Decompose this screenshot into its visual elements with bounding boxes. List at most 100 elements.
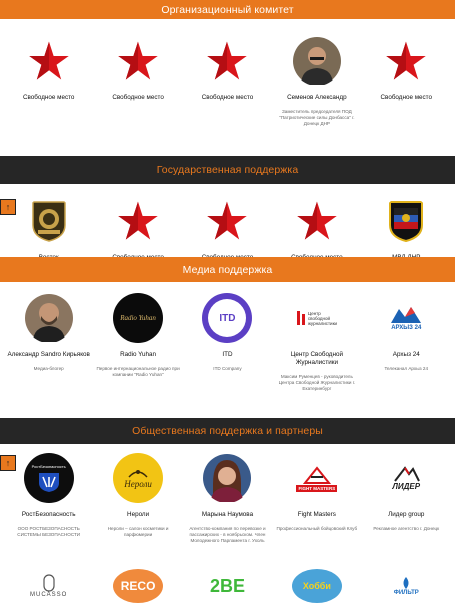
gov-card-5[interactable]: МВД ДНР xyxy=(364,196,449,262)
media-card-2[interactable]: Radio Yuhan Radio Yuhan Первое интернаци… xyxy=(96,293,181,392)
media-card-1[interactable]: Александр Sandro Кирьяков Медиа-блогер xyxy=(6,293,91,392)
partner-card-10[interactable]: ФИЛЬТР xyxy=(364,569,449,603)
rostbezopasnost-logo-text: РостБезопасность xyxy=(31,463,66,469)
org-card-3[interactable]: Свободное место xyxy=(185,36,270,127)
itd-logo-icon: ITD xyxy=(202,293,253,343)
red-star-icon xyxy=(113,196,163,246)
section-header-org: Организационный комитет xyxy=(0,0,455,19)
public-desc-3: Агентство-компания по перевозке и пассаж… xyxy=(189,526,266,543)
vostok-emblem-icon xyxy=(24,196,74,246)
media-name-1: Александр Sandro Кирьяков xyxy=(7,351,90,358)
radio-yuhan-logo-icon: Radio Yuhan xyxy=(113,293,164,343)
media-desc-3: ITD Company xyxy=(213,366,242,371)
org-card-4[interactable]: Семенов Александр Заместитель председате… xyxy=(274,36,359,127)
public-row: РостБезопасность РостБезопасность ООО РО… xyxy=(0,453,455,544)
section-title-org: Организационный комитет xyxy=(161,3,294,16)
public-name-3: Марына Наумова xyxy=(201,511,254,518)
org-row: Свободное место Свободное место Свободно… xyxy=(0,36,455,127)
media-desc-4: Максим Руменцев - руководитель Центра Св… xyxy=(278,374,356,391)
public-desc-2: Нероли – салон косметики и парфюмерии xyxy=(107,526,169,537)
filtr-logo-icon: ФИЛЬТР xyxy=(381,569,431,603)
public-card-5[interactable]: ЛИДЕР Лидер group Рекламное агентство г.… xyxy=(364,453,449,544)
media-card-4[interactable]: Центр свободной журналистики Центр Свобо… xyxy=(274,293,359,392)
media-name-3: ITD xyxy=(222,351,233,358)
org-card-1[interactable]: Свободное место xyxy=(6,36,91,127)
section-header-gov: Государственная поддержка xyxy=(0,156,455,184)
red-star-icon xyxy=(113,36,163,86)
red-star-icon xyxy=(202,36,252,86)
section-header-public: Общественная поддержка и партнеры xyxy=(0,418,455,444)
lider-group-logo-text: ЛИДЕР xyxy=(392,481,421,491)
mvd-emblem-icon xyxy=(381,196,431,246)
gov-card-1[interactable]: Восток xyxy=(6,196,91,262)
red-star-icon xyxy=(381,36,431,86)
media-card-3[interactable]: ITD ITD ITD Company xyxy=(185,293,270,392)
partners-row-2: MUCASSO RECO 2BE Хобби ФИЛЬТР xyxy=(0,569,455,603)
public-card-2[interactable]: Нероли Нероли Нероли – салон косметики и… xyxy=(96,453,181,544)
gov-row: Восток Свободное место Свободное место С… xyxy=(0,196,455,262)
reco-logo-text: RECO xyxy=(120,579,156,593)
public-desc-1: ООО РОСТБЕЗОПАСНОСТЬ СИСТЕМЫ БЕЗОПАСНОСТ… xyxy=(17,526,81,537)
hobby-logo-icon: Хобби xyxy=(291,569,342,603)
free-journalism-logo-text: Центр свободной журналистики xyxy=(307,310,338,326)
org-card-5[interactable]: Свободное место xyxy=(364,36,449,127)
fight-masters-logo-text: FIGHT MASTERS xyxy=(296,484,338,492)
fight-masters-logo-icon: FIGHT MASTERS xyxy=(292,453,342,503)
arkhyz24-logo-icon: АРХЫЗ 24 xyxy=(381,293,431,343)
section-title-gov: Государственная поддержка xyxy=(156,164,299,176)
partner-card-7[interactable]: RECO xyxy=(96,569,181,603)
red-star-icon xyxy=(202,196,252,246)
public-card-1[interactable]: РостБезопасность РостБезопасность ООО РО… xyxy=(6,453,91,544)
neroli-logo-text: Нероли xyxy=(124,479,152,489)
red-star-icon xyxy=(24,36,74,86)
public-name-5: Лидер group xyxy=(388,511,425,518)
public-card-4[interactable]: FIGHT MASTERS Fight Masters Профессионал… xyxy=(274,453,359,544)
media-name-2: Radio Yuhan xyxy=(120,351,157,358)
free-journalism-logo-icon: Центр свободной журналистики xyxy=(292,293,342,343)
public-name-2: Нероли xyxy=(127,511,150,518)
neroli-logo-icon: Нероли xyxy=(113,453,164,503)
media-name-4: Центр Свободной Журналистики xyxy=(290,351,343,366)
radio-yuhan-logo-text: Radio Yuhan xyxy=(120,314,156,322)
public-name-4: Fight Masters xyxy=(297,511,336,518)
avatar xyxy=(292,36,342,86)
gov-card-3[interactable]: Свободное место xyxy=(185,196,270,262)
arkhyz24-logo-text: АРХЫЗ 24 xyxy=(391,325,422,331)
media-desc-5: Телеканал Архыз 24 xyxy=(384,366,429,371)
public-name-1: РостБезопасность xyxy=(21,511,76,518)
public-desc-5: Рекламное агентство г. Донецк xyxy=(373,526,440,531)
filtr-logo-text: ФИЛЬТР xyxy=(393,590,419,596)
public-desc-4: Профессиональный бойцовский Клуб xyxy=(276,526,358,531)
section-header-media: Медиа поддержка xyxy=(0,257,455,282)
media-desc-1: Медиа-блогер xyxy=(33,366,64,371)
hobby-logo-text: Хобби xyxy=(302,581,331,591)
rostbezopasnost-logo-icon: РостБезопасность xyxy=(23,453,74,503)
red-star-icon xyxy=(292,196,342,246)
org-desc-4: Заместитель председателя ПОД "Патриотиче… xyxy=(279,109,355,126)
media-desc-2: Первое интернациональное радио при компа… xyxy=(96,366,180,377)
org-name-1: Свободное место xyxy=(22,94,75,101)
public-card-3[interactable]: Марына Наумова Агентство-компания по пер… xyxy=(185,453,270,544)
gov-card-4[interactable]: Свободное место xyxy=(274,196,359,262)
org-name-2: Свободное место xyxy=(112,94,164,101)
mucasso-logo-text: MUCASSO xyxy=(30,592,68,598)
lider-group-logo-icon: ЛИДЕР xyxy=(381,453,431,503)
section-title-public: Общественная поддержка и партнеры xyxy=(132,425,323,437)
2be-logo-icon: 2BE xyxy=(202,569,252,603)
itd-logo-text: ITD xyxy=(219,312,236,324)
partner-card-8[interactable]: 2BE xyxy=(185,569,270,603)
org-name-5: Свободное место xyxy=(380,94,433,101)
media-row: Александр Sandro Кирьяков Медиа-блогер R… xyxy=(0,293,455,392)
mucasso-logo-icon: MUCASSO xyxy=(24,569,74,603)
gov-card-2[interactable]: Свободное место xyxy=(96,196,181,262)
avatar xyxy=(202,453,252,503)
org-name-3: Свободное место xyxy=(201,94,254,101)
partner-card-9[interactable]: Хобби xyxy=(274,569,359,603)
reco-logo-icon: RECO xyxy=(113,569,164,603)
partner-card-6[interactable]: MUCASSO xyxy=(6,569,91,603)
media-card-5[interactable]: АРХЫЗ 24 Архыз 24 Телеканал Архыз 24 xyxy=(364,293,449,392)
section-title-media: Медиа поддержка xyxy=(182,263,273,276)
org-name-4: Семенов Александр xyxy=(287,94,347,101)
media-name-5: Архыз 24 xyxy=(392,351,420,358)
org-card-2[interactable]: Свободное место xyxy=(96,36,181,127)
